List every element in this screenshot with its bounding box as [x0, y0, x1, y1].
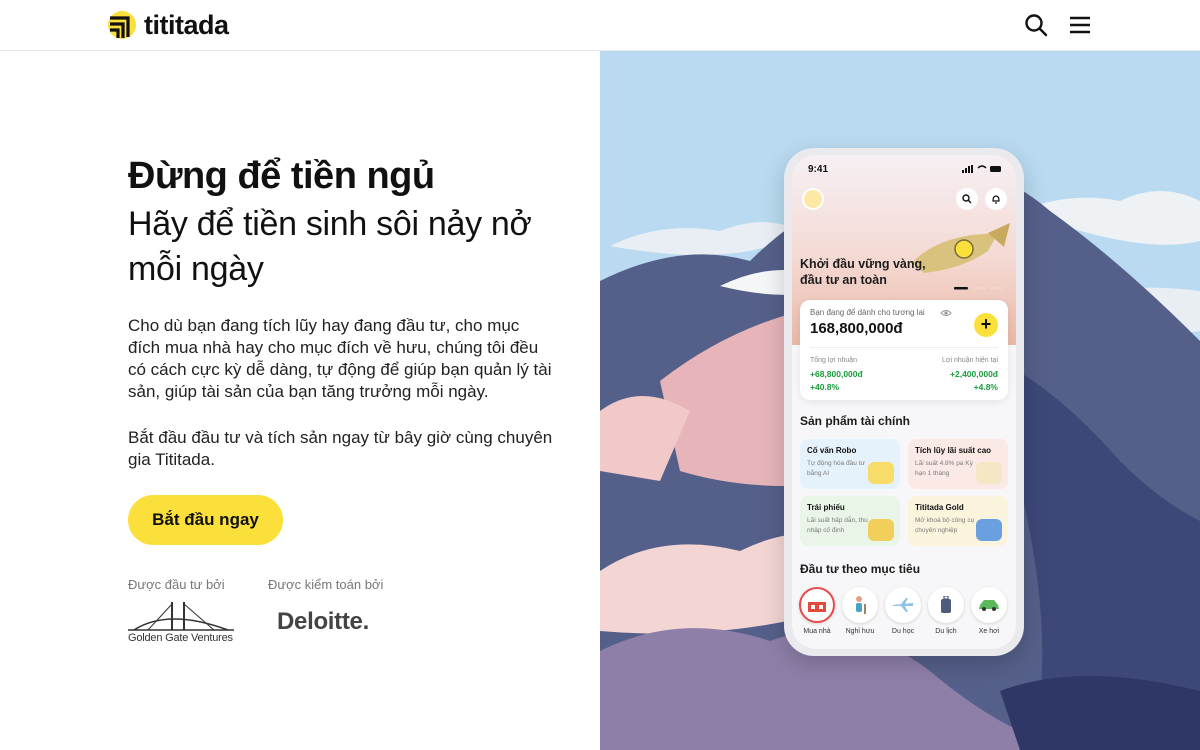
goal-label: Mua nhà	[803, 628, 831, 635]
coin-icon	[868, 462, 894, 484]
phone-mockup: 9:41 Khởi đầu vững vàng, đầu tư an toàn …	[784, 148, 1024, 656]
savings-card[interactable]: Bạn đang để dành cho tương lai 168,800,0…	[800, 300, 1008, 400]
goal-car[interactable]: Xe hơi	[970, 587, 1008, 635]
product-title: Tích lũy lãi suất cao	[915, 446, 992, 455]
goal-study-abroad[interactable]: Du học	[884, 587, 922, 635]
promo-headline: Khởi đầu vững vàng, đầu tư an toàn	[800, 257, 926, 287]
golden-gate-ventures-name: Golden Gate Ventures	[128, 632, 233, 644]
goal-label: Xe hơi	[978, 628, 1000, 635]
calendar-icon	[976, 462, 1002, 484]
product-title: Tititada Gold	[915, 503, 964, 512]
suitcase-icon	[928, 587, 964, 623]
total-profit-value: +68,800,000đ	[810, 369, 863, 379]
product-desc: Tự động hóa đầu tư bằng AI	[807, 460, 865, 477]
phone-screen: 9:41 Khởi đầu vững vàng, đầu tư an toàn …	[792, 155, 1016, 649]
products-title: Sản phẩm tài chính	[800, 414, 911, 428]
add-funds-button[interactable]: +	[974, 313, 998, 337]
current-profit-label: Lợi nhuận hiện tại	[942, 357, 998, 364]
goal-label: Du lịch	[935, 628, 957, 635]
eye-icon[interactable]	[940, 309, 952, 317]
product-title: Trái phiếu	[807, 503, 845, 512]
hero-title: Đừng để tiền ngủ	[128, 155, 435, 197]
status-bar-icons	[962, 165, 1001, 173]
product-high-interest-savings[interactable]: Tích lũy lãi suất cao Lãi suất 4.8% pa K…	[908, 439, 1008, 489]
audited-by-label: Được kiểm toán bởi	[268, 577, 384, 592]
invested-by-label: Được đầu tư bởi	[128, 577, 225, 592]
brand-logo[interactable]: tititada	[108, 11, 229, 39]
product-bonds[interactable]: Trái phiếu Lãi suất hấp dẫn, thu nhập cố…	[800, 496, 900, 546]
product-title: Cố vấn Robo	[807, 446, 857, 455]
product-tititada-gold[interactable]: Tititada Gold Mở khoá bộ công cụ chuyên …	[908, 496, 1008, 546]
deloitte-logo: Deloitte.	[277, 608, 369, 635]
toolkit-icon	[976, 519, 1002, 541]
start-now-button[interactable]: Bắt đầu ngay	[128, 495, 283, 545]
bell-icon	[992, 195, 1000, 204]
goals-title: Đầu tư theo mục tiêu	[800, 562, 921, 576]
retirement-icon	[842, 587, 878, 623]
product-desc: Lãi suất 4.8% pa Kỳ hạn 1 tháng	[915, 460, 973, 477]
phone-search-button[interactable]	[956, 188, 978, 210]
card-divider	[810, 347, 998, 348]
plane-icon	[885, 587, 921, 623]
total-profit-label: Tổng lợi nhuận	[810, 357, 858, 364]
house-icon	[799, 587, 835, 623]
bond-certificate-icon	[868, 519, 894, 541]
brand-name: tititada	[144, 10, 229, 40]
total-profit-percent: +40.8%	[810, 382, 840, 392]
hero-paragraph-2: Bắt đầu đầu tư và tích sản ngay từ bây g…	[128, 428, 553, 469]
goal-retirement[interactable]: Nghỉ hưu	[841, 587, 879, 635]
savings-label: Bạn đang để dành cho tương lai	[810, 308, 925, 317]
search-icon	[962, 194, 972, 204]
carousel-dots	[954, 287, 1004, 290]
car-icon	[971, 587, 1007, 623]
product-desc: Lãi suất hấp dẫn, thu nhập cố định	[807, 517, 868, 534]
current-profit-percent: +4.8%	[973, 382, 998, 392]
product-robo-advisor[interactable]: Cố vấn Robo Tự động hóa đầu tư bằng AI	[800, 439, 900, 489]
current-profit-value: +2,400,000đ	[950, 369, 998, 379]
logo-icon	[108, 11, 136, 39]
goal-buy-house[interactable]: Mua nhà	[798, 587, 836, 635]
status-time: 9:41	[808, 164, 829, 175]
hero-paragraph-1: Cho dù bạn đang tích lũy hay đang đầu tư…	[128, 316, 552, 401]
phone-notification-button[interactable]	[985, 188, 1007, 210]
savings-amount: 168,800,000đ	[810, 320, 903, 337]
avatar[interactable]	[802, 188, 824, 210]
hero-subtitle: Hãy để tiền sinh sôi nảy nở mỗi ngày	[128, 205, 532, 288]
goal-label: Nghỉ hưu	[845, 628, 875, 635]
product-desc: Mở khoá bộ công cụ chuyên nghiệp	[915, 517, 975, 534]
search-icon[interactable]	[1024, 13, 1048, 37]
site-header: tititada	[0, 0, 1200, 51]
menu-icon[interactable]	[1068, 13, 1092, 37]
goal-travel[interactable]: Du lịch	[927, 587, 965, 635]
goal-label: Du học	[891, 628, 915, 635]
